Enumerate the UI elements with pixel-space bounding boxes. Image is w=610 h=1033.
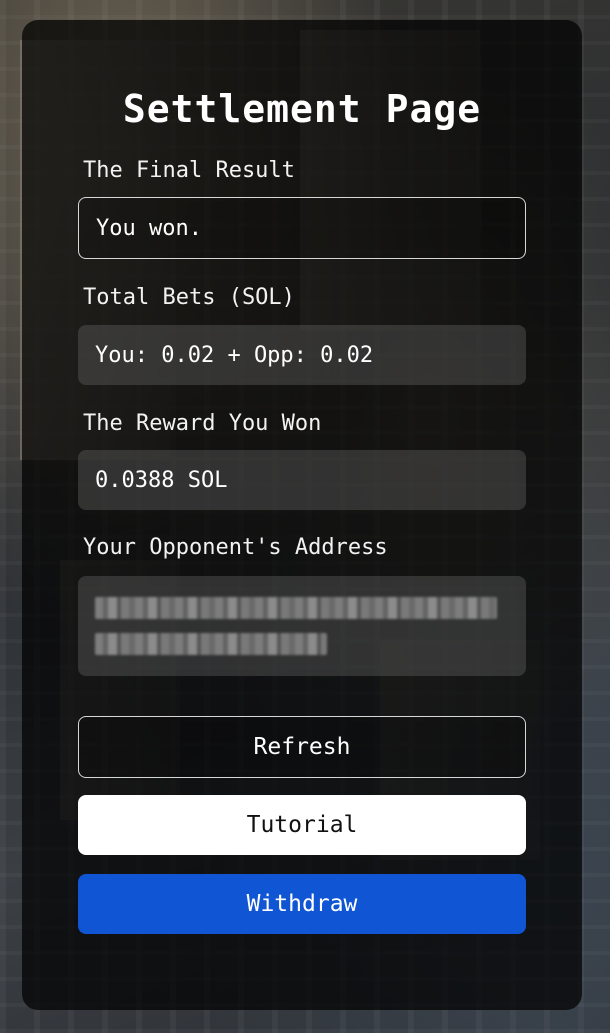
settlement-card: Settlement Page The Final Result You won…	[22, 20, 582, 1010]
final-result-field: You won.	[78, 197, 526, 259]
redacted-address-line-1	[95, 597, 497, 619]
final-result-value: You won.	[96, 215, 202, 241]
reward-label: The Reward You Won	[83, 411, 322, 436]
final-result-label: The Final Result	[83, 158, 295, 183]
reward-value: 0.0388 SOL	[95, 467, 228, 493]
total-bets-label: Total Bets (SOL)	[83, 285, 295, 310]
refresh-button[interactable]: Refresh	[78, 716, 526, 778]
reward-field: 0.0388 SOL	[78, 450, 526, 510]
opponent-address-label: Your Opponent's Address	[83, 535, 388, 560]
total-bets-value: You: 0.02 + Opp: 0.02	[95, 342, 374, 368]
redacted-address-line-2	[95, 633, 327, 655]
page-title: Settlement Page	[122, 87, 482, 131]
tutorial-button[interactable]: Tutorial	[78, 795, 526, 855]
opponent-address-field	[78, 576, 526, 676]
total-bets-field: You: 0.02 + Opp: 0.02	[78, 325, 526, 385]
withdraw-button[interactable]: Withdraw	[78, 874, 526, 934]
